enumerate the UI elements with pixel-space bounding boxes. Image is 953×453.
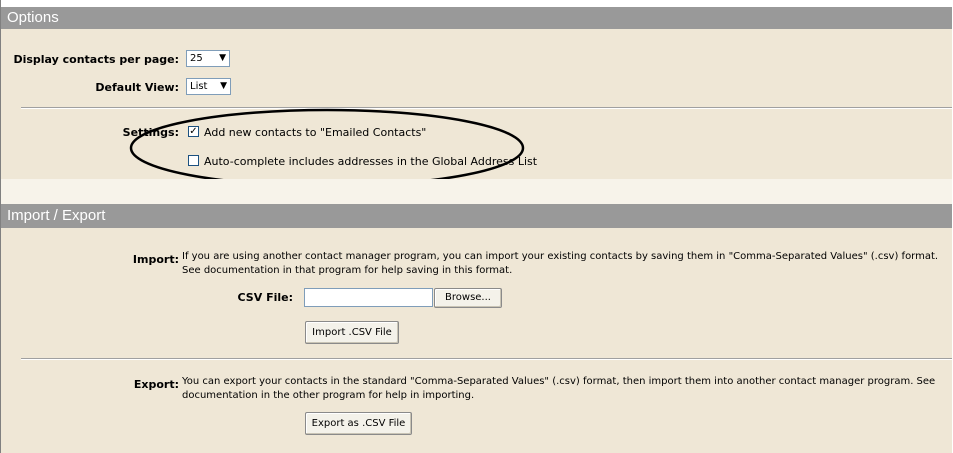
import-csv-button[interactable]: Import .CSV File (305, 321, 399, 344)
browse-button[interactable]: Browse... (434, 288, 502, 308)
import-export-header: Import / Export (1, 204, 952, 228)
export-label: Export: (133, 378, 179, 391)
options-header: Options (1, 7, 952, 29)
options-panel: Display contacts per page: 25 ▼ Default … (1, 29, 952, 188)
csv-file-input[interactable] (304, 288, 433, 307)
default-view-value: List (190, 81, 208, 92)
per-page-label: Display contacts per page: (13, 53, 179, 66)
export-description-line2: documentation in the other program for h… (182, 390, 475, 401)
import-label: Import: (132, 253, 179, 266)
per-page-select[interactable]: 25 ▼ (186, 50, 230, 67)
export-csv-button[interactable]: Export as .CSV File (305, 412, 412, 435)
chevron-down-icon: ▼ (219, 53, 226, 63)
options-title: Options (7, 9, 59, 26)
export-description-line1: You can export your contacts in the stan… (182, 376, 936, 387)
default-view-select[interactable]: List ▼ (186, 78, 231, 95)
per-page-value: 25 (190, 53, 203, 64)
options-spacer (1, 179, 952, 204)
import-export-title: Import / Export (7, 207, 106, 224)
csv-file-label: CSV File: (237, 291, 293, 304)
import-export-panel: Import: If you are using another contact… (1, 228, 952, 453)
import-export-divider (21, 358, 952, 360)
import-description-line2: See documentation in that program for he… (182, 265, 513, 276)
default-view-label: Default View: (95, 81, 179, 94)
chevron-down-icon: ▼ (220, 81, 227, 91)
import-description-line1: If you are using another contact manager… (182, 251, 939, 262)
